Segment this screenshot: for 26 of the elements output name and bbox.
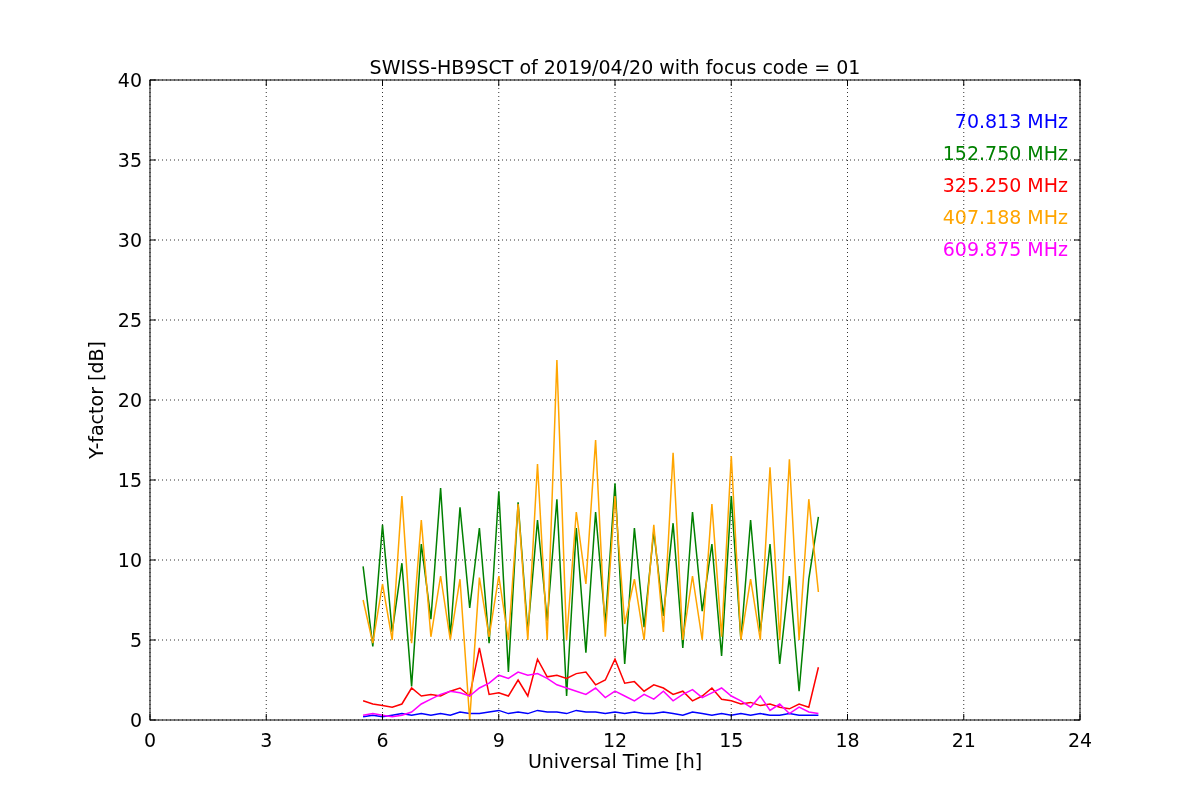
legend-label: 407.188 MHz xyxy=(942,206,1068,228)
legend-label: 70.813 MHz xyxy=(954,110,1068,132)
y-tick-label: 35 xyxy=(117,149,142,171)
x-axis-label: Universal Time [h] xyxy=(527,750,703,772)
y-tick-label: 0 xyxy=(129,709,142,731)
legend-label: 609.875 MHz xyxy=(942,238,1068,260)
y-tick-label: 30 xyxy=(117,229,142,251)
x-tick-label: 18 xyxy=(835,729,860,751)
x-tick-label: 9 xyxy=(492,729,505,751)
x-tick-label: 3 xyxy=(260,729,273,751)
legend-label: 152.750 MHz xyxy=(942,142,1068,164)
chart-title: SWISS-HB9SCT of 2019/04/20 with focus code = 01 xyxy=(369,56,861,78)
y-axis-label: Y-factor [dB] xyxy=(85,341,107,459)
x-tick-label: 21 xyxy=(951,729,976,751)
x-tick-label: 15 xyxy=(719,729,744,751)
y-tick-label: 40 xyxy=(117,69,142,91)
x-tick-label: 24 xyxy=(1067,729,1093,751)
x-tick-label: 0 xyxy=(143,729,157,751)
y-tick-label: 15 xyxy=(117,469,142,491)
legend-label: 325.250 MHz xyxy=(942,174,1068,196)
y-tick-label: 20 xyxy=(117,389,142,411)
x-tick-label: 12 xyxy=(602,729,628,751)
y-tick-label: 25 xyxy=(117,309,142,331)
y-tick-label: 10 xyxy=(117,549,142,571)
y-tick-label: 5 xyxy=(129,629,142,651)
x-tick-label: 6 xyxy=(376,729,389,751)
